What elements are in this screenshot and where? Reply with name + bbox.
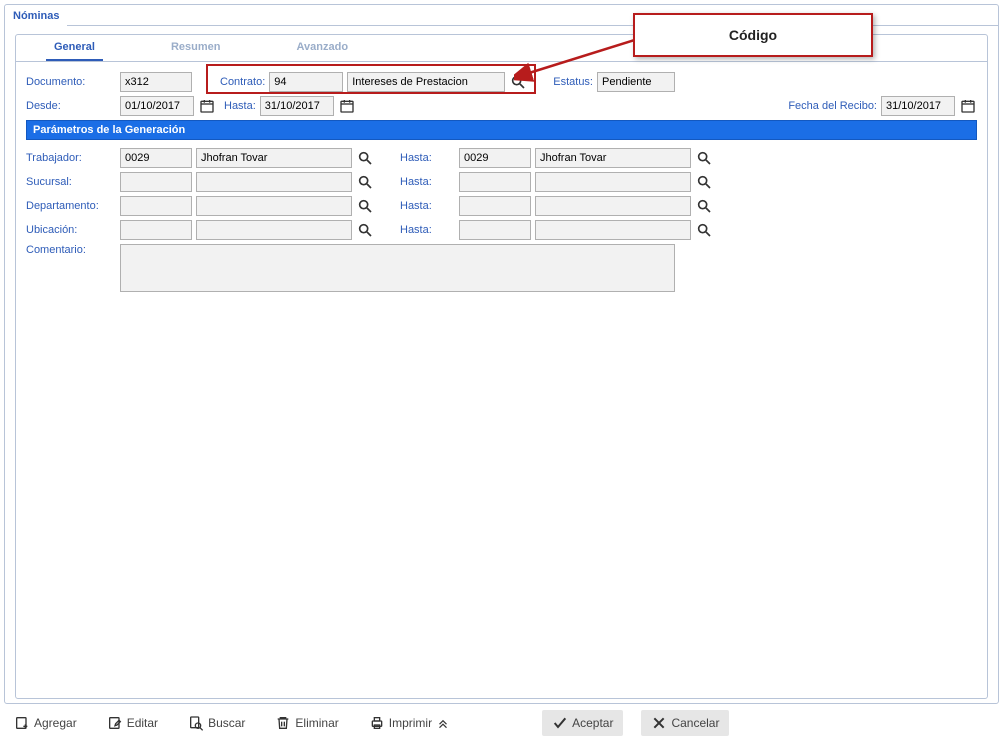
departamento-hasta-search-icon[interactable] — [695, 197, 713, 215]
bottom-toolbar: Agregar Editar Buscar Eliminar Imprimir … — [4, 704, 999, 742]
tab-general[interactable]: General — [46, 35, 103, 61]
ubicacion-hasta-name-input[interactable] — [535, 220, 691, 240]
sucursal-hasta-label: Hasta: — [400, 176, 455, 188]
agregar-button[interactable]: Agregar — [8, 711, 83, 735]
trabajador-hasta-name-input[interactable] — [535, 148, 691, 168]
comentario-textarea[interactable] — [120, 244, 675, 292]
cancelar-label: Cancelar — [671, 716, 719, 730]
row-departamento: Departamento: Hasta: — [26, 196, 977, 216]
contrato-desc-input[interactable] — [347, 72, 505, 92]
row-fechas: Desde: Hasta: Fecha del Recibo: — [26, 96, 977, 116]
trabajador-hasta-label: Hasta: — [400, 152, 455, 164]
search-doc-icon — [188, 715, 204, 731]
row-sucursal: Sucursal: Hasta: — [26, 172, 977, 192]
trabajador-hasta-code-input[interactable] — [459, 148, 531, 168]
ubicacion-hasta-label: Hasta: — [400, 224, 455, 236]
buscar-button[interactable]: Buscar — [182, 711, 251, 735]
contrato-label: Contrato: — [220, 76, 265, 88]
hasta-label: Hasta: — [224, 100, 256, 112]
sucursal-search-icon[interactable] — [356, 173, 374, 191]
edit-icon — [107, 715, 123, 731]
sucursal-name-input[interactable] — [196, 172, 352, 192]
callout-text: Código — [729, 27, 777, 43]
departamento-hasta-name-input[interactable] — [535, 196, 691, 216]
main-window: Nóminas General Resumen Avanzado Documen… — [4, 4, 999, 704]
trabajador-name-input[interactable] — [196, 148, 352, 168]
estatus-label: Estatus: — [553, 76, 593, 88]
fecha-recibo-label: Fecha del Recibo: — [788, 100, 877, 112]
cancelar-button[interactable]: Cancelar — [641, 710, 729, 736]
row-ubicacion: Ubicación: Hasta: — [26, 220, 977, 240]
contrato-search-icon[interactable] — [509, 73, 527, 91]
desde-calendar-icon[interactable] — [198, 97, 216, 115]
desde-label: Desde: — [26, 100, 116, 112]
editar-label: Editar — [127, 716, 158, 730]
row-trabajador: Trabajador: Hasta: — [26, 148, 977, 168]
ubicacion-label: Ubicación: — [26, 224, 116, 236]
section-parametros: Parámetros de la Generación — [26, 120, 977, 140]
agregar-label: Agregar — [34, 716, 77, 730]
estatus-input[interactable] — [597, 72, 675, 92]
desde-input[interactable] — [120, 96, 194, 116]
imprimir-label: Imprimir — [389, 716, 432, 730]
departamento-label: Departamento: — [26, 200, 116, 212]
aceptar-button[interactable]: Aceptar — [542, 710, 623, 736]
contrato-code-input[interactable] — [269, 72, 343, 92]
imprimir-button[interactable]: Imprimir — [363, 711, 456, 735]
documento-label: Documento: — [26, 76, 116, 88]
documento-input[interactable] — [120, 72, 192, 92]
buscar-label: Buscar — [208, 716, 245, 730]
trabajador-hasta-search-icon[interactable] — [695, 149, 713, 167]
row-documento: Documento: Contrato: Estatus: — [26, 72, 977, 92]
print-icon — [369, 715, 385, 731]
row-comentario: Comentario: — [26, 244, 977, 292]
trabajador-label: Trabajador: — [26, 152, 116, 164]
eliminar-label: Eliminar — [295, 716, 338, 730]
ubicacion-hasta-code-input[interactable] — [459, 220, 531, 240]
chevron-up-double-icon — [436, 715, 450, 731]
departamento-name-input[interactable] — [196, 196, 352, 216]
trash-icon — [275, 715, 291, 731]
departamento-hasta-label: Hasta: — [400, 200, 455, 212]
hasta-input[interactable] — [260, 96, 334, 116]
ubicacion-hasta-search-icon[interactable] — [695, 221, 713, 239]
trabajador-search-icon[interactable] — [356, 149, 374, 167]
tab-avanzado[interactable]: Avanzado — [289, 35, 357, 61]
sucursal-hasta-search-icon[interactable] — [695, 173, 713, 191]
departamento-search-icon[interactable] — [356, 197, 374, 215]
fecha-recibo-input[interactable] — [881, 96, 955, 116]
window-title: Nóminas — [5, 6, 67, 26]
sucursal-code-input[interactable] — [120, 172, 192, 192]
departamento-hasta-code-input[interactable] — [459, 196, 531, 216]
fecha-recibo-calendar-icon[interactable] — [959, 97, 977, 115]
form-area: Documento: Contrato: Estatus: Desde: — [16, 62, 987, 306]
inner-panel: General Resumen Avanzado Documento: Cont… — [15, 34, 988, 699]
departamento-code-input[interactable] — [120, 196, 192, 216]
comentario-label: Comentario: — [26, 244, 116, 256]
ubicacion-name-input[interactable] — [196, 220, 352, 240]
trabajador-code-input[interactable] — [120, 148, 192, 168]
add-icon — [14, 715, 30, 731]
sucursal-label: Sucursal: — [26, 176, 116, 188]
callout-codigo: Código — [633, 13, 873, 57]
sucursal-hasta-code-input[interactable] — [459, 172, 531, 192]
hasta-calendar-icon[interactable] — [338, 97, 356, 115]
eliminar-button[interactable]: Eliminar — [269, 711, 344, 735]
tab-resumen[interactable]: Resumen — [163, 35, 229, 61]
ubicacion-code-input[interactable] — [120, 220, 192, 240]
editar-button[interactable]: Editar — [101, 711, 164, 735]
sucursal-hasta-name-input[interactable] — [535, 172, 691, 192]
check-icon — [552, 715, 568, 731]
aceptar-label: Aceptar — [572, 716, 613, 730]
ubicacion-search-icon[interactable] — [356, 221, 374, 239]
close-icon — [651, 715, 667, 731]
